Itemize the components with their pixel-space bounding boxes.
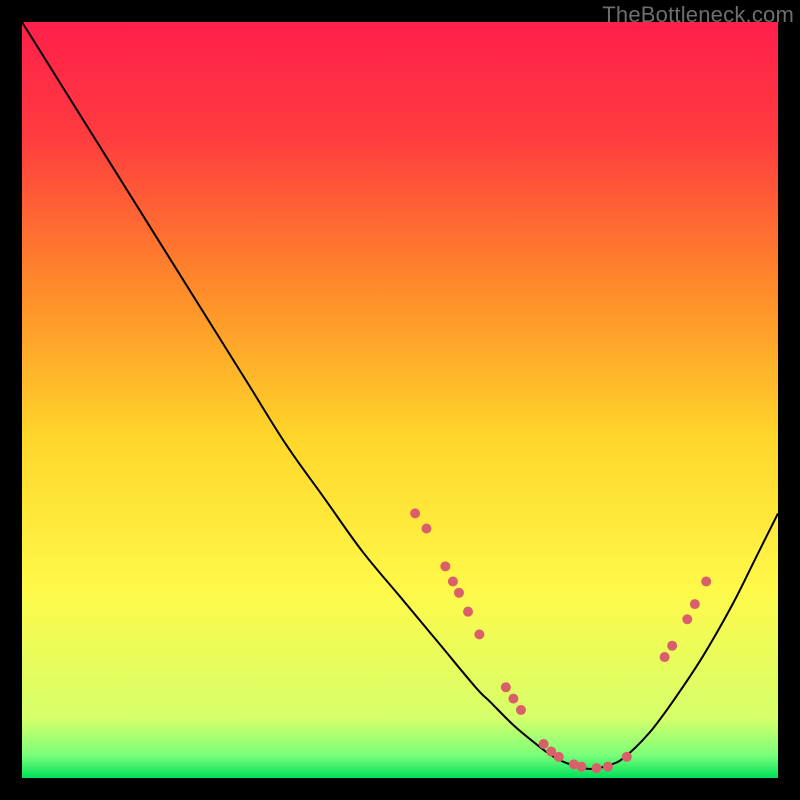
marker [576, 762, 586, 772]
marker [463, 607, 473, 617]
marker [501, 682, 511, 692]
marker [516, 705, 526, 715]
marker [421, 524, 431, 534]
marker [448, 576, 458, 586]
marker [554, 752, 564, 762]
marker [603, 762, 613, 772]
marker [508, 694, 518, 704]
marker [474, 629, 484, 639]
marker [622, 752, 632, 762]
marker [539, 739, 549, 749]
marker [690, 599, 700, 609]
bottleneck-chart [22, 22, 778, 778]
figure-stage: TheBottleneck.com [0, 0, 800, 800]
marker [454, 588, 464, 598]
marker [660, 652, 670, 662]
marker [592, 763, 602, 773]
marker [667, 641, 677, 651]
marker [701, 576, 711, 586]
marker [440, 561, 450, 571]
marker [410, 508, 420, 518]
chart-background [22, 22, 778, 778]
marker [682, 614, 692, 624]
